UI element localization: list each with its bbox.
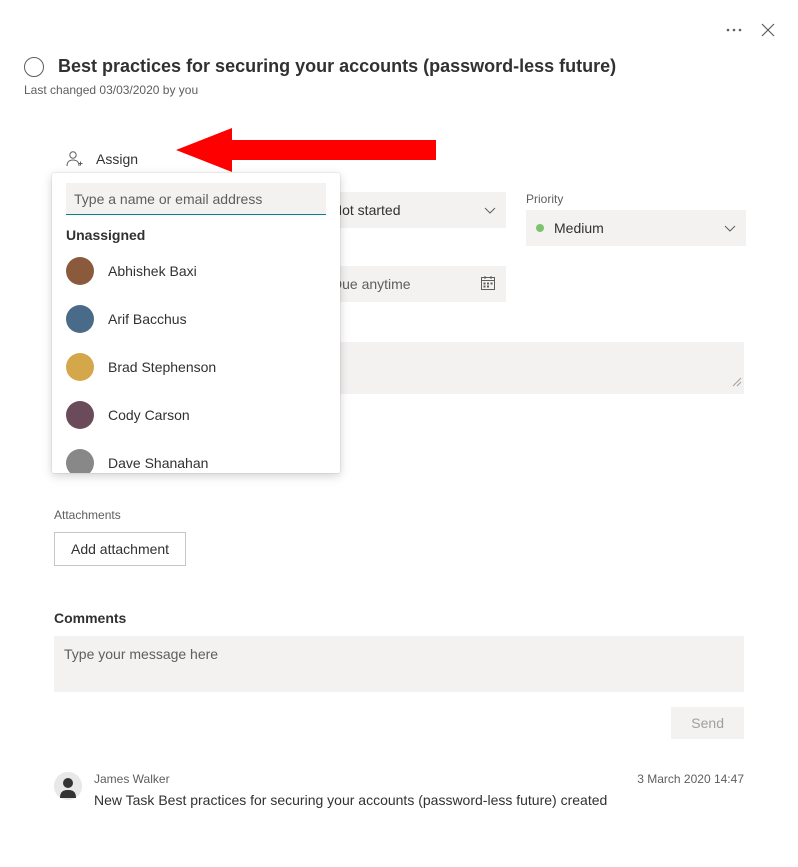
comment-input[interactable] [54, 636, 744, 692]
assign-button[interactable]: Assign [54, 141, 746, 177]
more-options-icon[interactable] [724, 20, 744, 40]
avatar [66, 401, 94, 429]
resize-handle-icon[interactable] [730, 374, 742, 392]
comments-label: Comments [54, 610, 744, 626]
person-row[interactable]: Cody Carson [52, 391, 336, 439]
avatar [66, 305, 94, 333]
person-row[interactable]: Brad Stephenson [52, 343, 336, 391]
chevron-down-icon [484, 202, 496, 218]
avatar [66, 449, 94, 473]
priority-select[interactable]: Medium [526, 210, 746, 246]
avatar [54, 772, 82, 800]
person-name: Abhishek Baxi [108, 263, 197, 279]
person-name: Cody Carson [108, 407, 190, 423]
avatar [66, 353, 94, 381]
assign-people-list[interactable]: Abhishek Baxi Arif Bacchus Brad Stephenson… [52, 247, 340, 473]
priority-dot-icon [536, 224, 544, 232]
send-button[interactable]: Send [671, 707, 744, 739]
person-row[interactable]: Dave Shanahan [52, 439, 336, 473]
assign-search-input[interactable] [66, 183, 326, 215]
activity-timestamp: 3 March 2020 14:47 [637, 772, 744, 786]
priority-value: Medium [554, 220, 604, 236]
close-icon[interactable] [758, 20, 778, 40]
last-changed-text: Last changed 03/03/2020 by you [24, 83, 746, 97]
person-row[interactable]: Abhishek Baxi [52, 247, 336, 295]
priority-label: Priority [526, 192, 746, 206]
person-name: Arif Bacchus [108, 311, 187, 327]
add-attachment-button[interactable]: Add attachment [54, 532, 186, 566]
person-name: Brad Stephenson [108, 359, 216, 375]
person-name: Dave Shanahan [108, 455, 208, 471]
assign-section-label: Unassigned [52, 219, 340, 247]
complete-task-toggle[interactable] [24, 57, 44, 77]
assign-popover: Unassigned Abhishek Baxi Arif Bacchus Brad… [52, 173, 340, 473]
chevron-down-icon [724, 220, 736, 236]
activity-text: New Task Best practices for securing you… [94, 792, 744, 808]
calendar-icon [480, 275, 496, 294]
activity-author: James Walker [94, 772, 170, 786]
avatar [66, 257, 94, 285]
person-add-icon [64, 149, 84, 169]
assign-label: Assign [96, 151, 138, 167]
attachments-label: Attachments [54, 508, 186, 522]
person-row[interactable]: Arif Bacchus [52, 295, 336, 343]
task-title[interactable]: Best practices for securing your account… [58, 56, 616, 77]
